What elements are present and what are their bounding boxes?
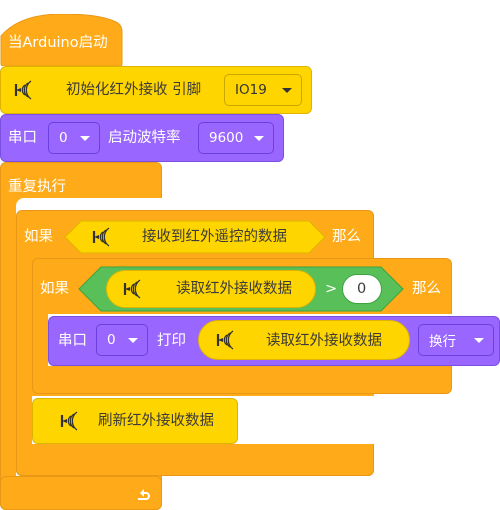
- forever-label: 重复执行: [8, 179, 66, 195]
- baud-label: 启动波特率: [108, 130, 181, 146]
- serial-print-port-dropdown[interactable]: 0: [96, 324, 148, 356]
- ir-sensor-icon: [92, 227, 111, 247]
- serial-begin-port-dropdown[interactable]: 0: [48, 122, 100, 154]
- serial-begin-label: 串口: [8, 130, 37, 146]
- ir-received-label: 接收到红外遥控的数据: [142, 229, 287, 245]
- if-outer-then-label: 那么: [332, 229, 361, 245]
- dropdown-arrow-icon: [254, 136, 264, 141]
- compare-value: 0: [357, 281, 367, 297]
- ir-sensor-icon: [60, 411, 79, 431]
- ir-sensor-icon: [14, 80, 33, 100]
- baud-dropdown[interactable]: 9600: [198, 122, 274, 154]
- hat-label: 当Arduino启动: [8, 35, 108, 51]
- dropdown-arrow-icon: [80, 136, 90, 141]
- pin-value: IO19: [235, 82, 267, 98]
- newline-mode-dropdown[interactable]: 换行: [418, 324, 494, 356]
- if-inner-label: 如果: [40, 281, 69, 297]
- refresh-ir-label: 刷新红外接收数据: [98, 413, 214, 429]
- if-outer-label: 如果: [24, 229, 53, 245]
- newline-mode-value: 换行: [429, 334, 456, 350]
- if-inner-then-label: 那么: [412, 281, 441, 297]
- dropdown-arrow-icon: [474, 338, 484, 343]
- serial-print-label: 串口: [58, 333, 87, 349]
- ir-read-label-1: 读取红外接收数据: [176, 281, 292, 297]
- print-label: 打印: [157, 333, 186, 349]
- serial-begin-port-value: 0: [59, 130, 68, 146]
- operator-symbol: >: [325, 281, 338, 297]
- baud-value: 9600: [209, 130, 244, 146]
- ir-sensor-icon: [216, 330, 235, 350]
- dropdown-arrow-icon: [128, 338, 138, 343]
- ir-read-label-2: 读取红外接收数据: [266, 333, 382, 349]
- ir-sensor-icon: [123, 279, 142, 299]
- loop-arrow-icon: [138, 489, 150, 500]
- dropdown-arrow-icon: [282, 88, 292, 93]
- serial-print-port-value: 0: [107, 332, 116, 348]
- pin-dropdown[interactable]: IO19: [224, 74, 302, 106]
- init-ir-label: 初始化红外接收 引脚: [66, 82, 202, 98]
